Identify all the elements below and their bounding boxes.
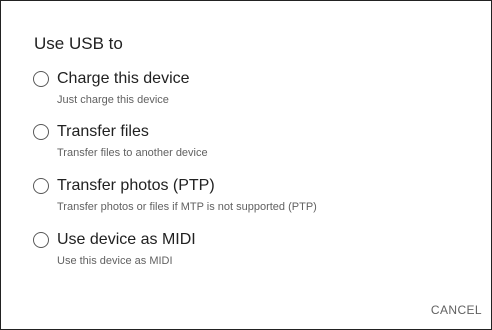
radio-button-midi[interactable] — [33, 232, 49, 248]
option-label: Use device as MIDI — [57, 231, 196, 248]
option-midi[interactable]: Use device as MIDI Use this device as MI… — [33, 229, 473, 273]
option-label: Transfer photos (PTP) — [57, 177, 215, 194]
option-description: Transfer photos or files if MTP is not s… — [57, 201, 317, 213]
usb-options-dialog: Use USB to Charge this device Just charg… — [0, 0, 492, 330]
option-transfer-files[interactable]: Transfer files Transfer files to another… — [33, 121, 473, 165]
option-description: Transfer files to another device — [57, 147, 208, 159]
dialog-title: Use USB to — [34, 34, 123, 53]
radio-button-transfer-photos[interactable] — [33, 178, 49, 194]
option-label: Transfer files — [57, 123, 149, 140]
option-description: Use this device as MIDI — [57, 255, 173, 267]
cancel-button[interactable]: CANCEL — [431, 302, 482, 318]
option-label: Charge this device — [57, 70, 190, 87]
option-transfer-photos[interactable]: Transfer photos (PTP) Transfer photos or… — [33, 175, 473, 219]
option-charge-device[interactable]: Charge this device Just charge this devi… — [33, 68, 473, 112]
option-description: Just charge this device — [57, 94, 169, 106]
radio-button-transfer-files[interactable] — [33, 124, 49, 140]
radio-button-charge[interactable] — [33, 71, 49, 87]
